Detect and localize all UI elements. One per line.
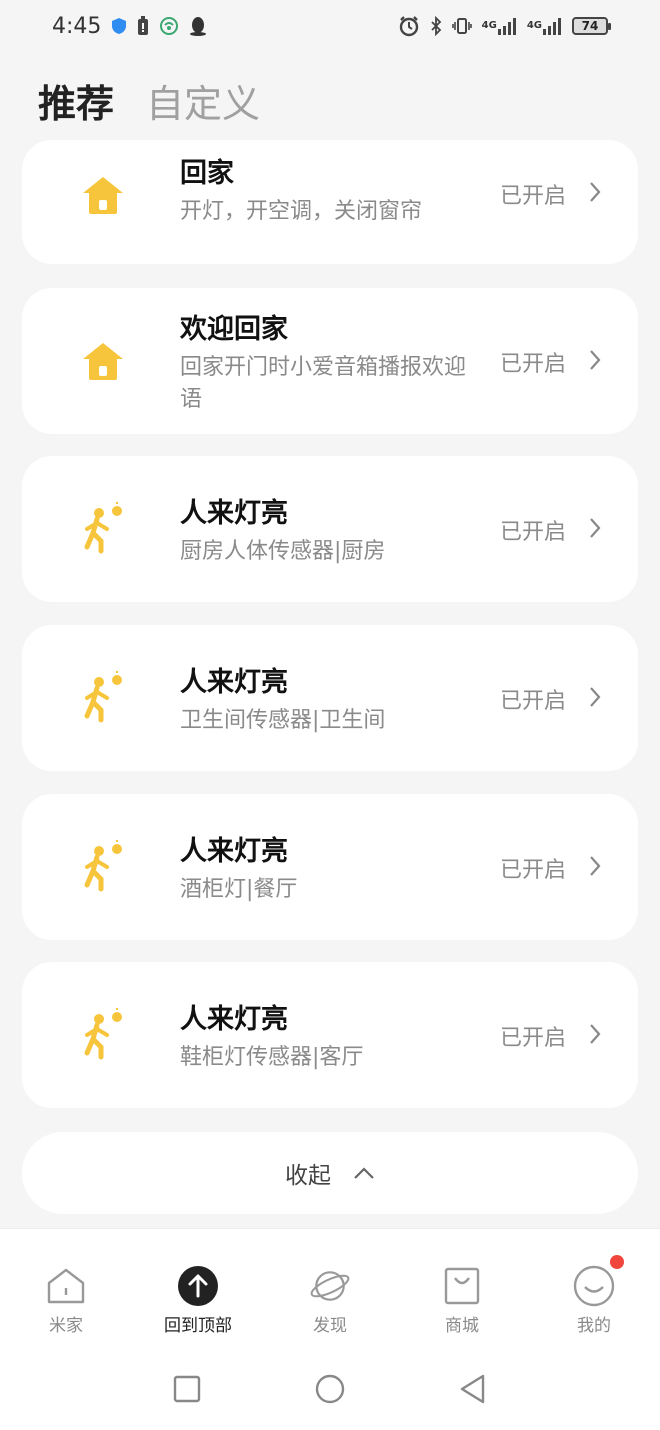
- chevron-right-icon: [590, 856, 601, 876]
- alarm-icon: [398, 15, 420, 37]
- scene-text: 欢迎回家 回家开门时小爱音箱播报欢迎语: [180, 312, 480, 416]
- scene-description: 酒柜灯|餐厅: [180, 877, 298, 902]
- signal-icon-1: 4G: [482, 17, 517, 35]
- battery-alert-icon: [137, 16, 149, 36]
- chevron-right-icon: [590, 350, 601, 370]
- scene-description: 回家开门时小爱音箱播报欢迎语: [180, 355, 467, 412]
- network-type-label: 4G: [481, 20, 497, 31]
- vibrate-icon: [451, 16, 472, 36]
- wifi-app-icon: [159, 16, 179, 36]
- status-time: 4:45: [52, 13, 102, 39]
- scene-title: 回家: [180, 158, 234, 189]
- scene-title: 欢迎回家: [180, 314, 288, 345]
- bluetooth-icon: [430, 16, 442, 36]
- scene-card[interactable]: 人来灯亮 厨房人体传感器|厨房 已开启: [22, 456, 638, 602]
- person-walking-light-icon: [74, 669, 132, 727]
- battery-indicator: 74: [572, 17, 611, 35]
- penguin-icon: [189, 16, 207, 36]
- tab-recommended[interactable]: 推荐: [38, 73, 114, 128]
- scene-text: 人来灯亮 厨房人体传感器|厨房: [180, 496, 480, 568]
- chevron-up-icon: [354, 1167, 374, 1179]
- nav-label: 商城: [445, 1316, 479, 1336]
- scene-title: 人来灯亮: [180, 836, 288, 867]
- scene-tabs: 推荐 自定义: [38, 70, 260, 130]
- person-walking-light-icon: [74, 500, 132, 558]
- collapse-label: 收起: [285, 1163, 331, 1189]
- arrow-up-icon: [177, 1265, 219, 1307]
- nav-item-discover[interactable]: 发现: [270, 1265, 390, 1336]
- scene-title: 人来灯亮: [180, 498, 288, 529]
- signal-icon-2: 4G: [527, 17, 562, 35]
- smile-icon: [573, 1265, 615, 1307]
- scene-description: 厨房人体传感器|厨房: [180, 539, 386, 564]
- scene-status: 已开启: [499, 352, 566, 377]
- scene-card[interactable]: 回家 开灯，开空调，关闭窗帘 已开启: [22, 140, 638, 264]
- shield-icon: [111, 17, 127, 35]
- notification-badge: [610, 1255, 624, 1269]
- tab-custom[interactable]: 自定义: [146, 73, 260, 128]
- collapse-button[interactable]: 收起: [22, 1132, 638, 1214]
- house-icon: [74, 332, 132, 390]
- nav-item-me[interactable]: 我的: [534, 1255, 654, 1336]
- back-triangle-icon[interactable]: [458, 1373, 488, 1405]
- scene-description: 卫生间传感器|卫生间: [180, 708, 386, 733]
- network-type-label: 4G: [526, 20, 542, 31]
- status-bar: 4:45 4G 4G 74: [0, 0, 660, 52]
- scene-status: 已开启: [499, 689, 566, 714]
- nav-label: 我的: [577, 1316, 611, 1336]
- nav-label: 回到顶部: [164, 1316, 232, 1336]
- scene-text: 人来灯亮 鞋柜灯传感器|客厅: [180, 1002, 480, 1074]
- bottom-navigation: 米家 回到顶部 发现 商城 我的: [0, 1228, 660, 1348]
- scene-status: 已开启: [499, 858, 566, 883]
- nav-label: 发现: [313, 1316, 347, 1336]
- planet-icon: [309, 1265, 351, 1307]
- house-icon: [74, 166, 132, 224]
- scene-description: 鞋柜灯传感器|客厅: [180, 1045, 364, 1070]
- scene-text: 人来灯亮 卫生间传感器|卫生间: [180, 665, 480, 737]
- scene-card[interactable]: 欢迎回家 回家开门时小爱音箱播报欢迎语 已开启: [22, 288, 638, 434]
- scene-title: 人来灯亮: [180, 1004, 288, 1035]
- status-bar-right: 4G 4G 74: [398, 15, 611, 37]
- scene-card[interactable]: 人来灯亮 卫生间传感器|卫生间 已开启: [22, 625, 638, 771]
- system-navigation-bar: [0, 1348, 660, 1430]
- chevron-right-icon: [590, 687, 601, 707]
- scene-status: 已开启: [499, 1026, 566, 1051]
- nav-item-store[interactable]: 商城: [402, 1265, 522, 1336]
- scene-card[interactable]: 人来灯亮 鞋柜灯传感器|客厅 已开启: [22, 962, 638, 1108]
- chevron-right-icon: [590, 518, 601, 538]
- scene-description: 开灯，开空调，关闭窗帘: [180, 199, 423, 224]
- nav-item-mijia[interactable]: 米家: [6, 1265, 126, 1336]
- person-walking-light-icon: [74, 838, 132, 896]
- shopping-bag-icon: [441, 1265, 483, 1307]
- chevron-right-icon: [590, 1024, 601, 1044]
- person-walking-light-icon: [74, 1006, 132, 1064]
- nav-label: 米家: [49, 1316, 83, 1336]
- scene-status: 已开启: [499, 520, 566, 545]
- home-icon: [45, 1265, 87, 1307]
- scene-text: 人来灯亮 酒柜灯|餐厅: [180, 834, 480, 906]
- scene-status: 已开启: [499, 184, 566, 209]
- scene-text: 回家 开灯，开空调，关闭窗帘: [180, 156, 480, 228]
- scene-title: 人来灯亮: [180, 667, 288, 698]
- home-circle-icon[interactable]: [314, 1373, 346, 1405]
- recent-apps-icon[interactable]: [172, 1374, 202, 1404]
- status-bar-left: 4:45: [52, 14, 207, 39]
- scene-card[interactable]: 人来灯亮 酒柜灯|餐厅 已开启: [22, 794, 638, 940]
- nav-item-back-to-top[interactable]: 回到顶部: [138, 1265, 258, 1336]
- chevron-right-icon: [590, 182, 601, 202]
